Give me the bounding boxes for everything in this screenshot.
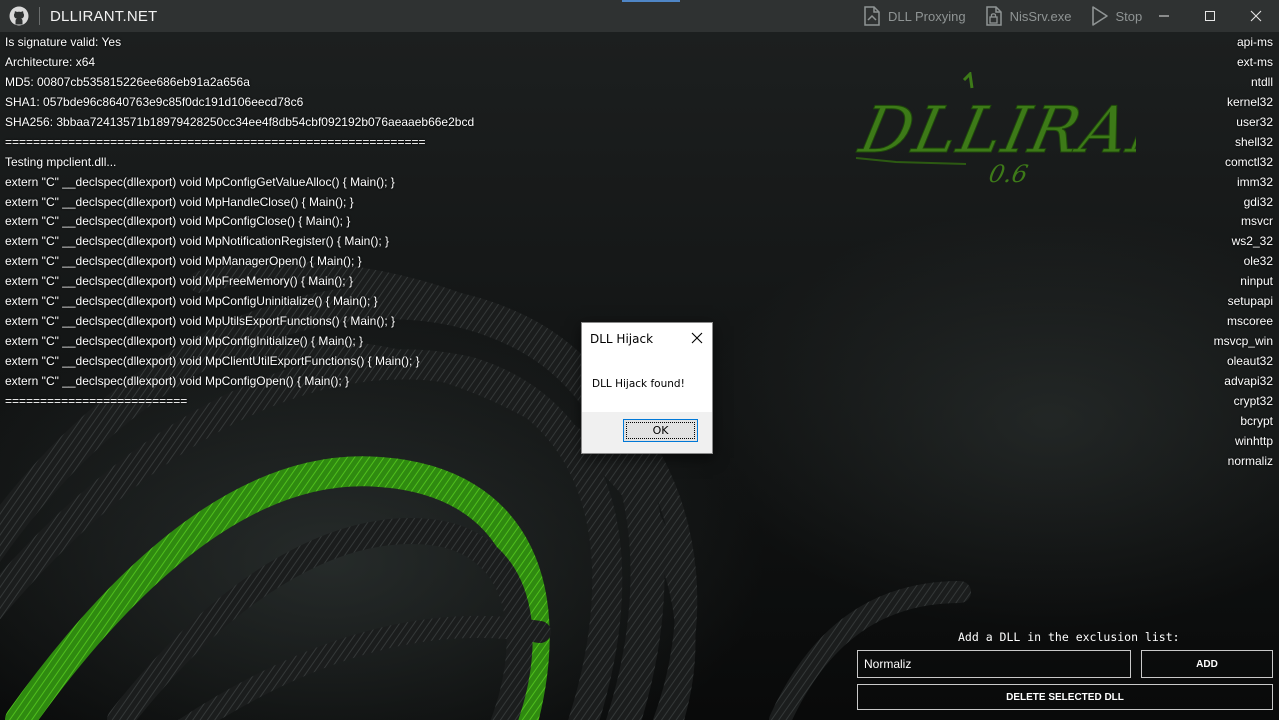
log-separator: ========================== (5, 393, 188, 408)
module-item[interactable]: msvcp_win (1214, 332, 1273, 352)
maximize-button[interactable] (1187, 0, 1233, 32)
delete-selected-dll-button[interactable]: DELETE SELECTED DLL (857, 684, 1273, 710)
log-line: SHA256: 3bbaa72413571b18979428250cc34ee4… (5, 114, 475, 129)
log-line: extern "C" __declspec(dllexport) void Mp… (5, 214, 351, 229)
log-line: Architecture: x64 (5, 54, 96, 69)
dialog-footer: OK (582, 412, 712, 453)
module-item[interactable]: shell32 (1214, 133, 1273, 153)
log-output: Is signature valid: Yes Architecture: x6… (5, 33, 474, 412)
log-line: MD5: 00807cb535815226ee686eb91a2a656a (5, 74, 250, 89)
module-item[interactable]: ext-ms (1214, 53, 1273, 73)
close-window-button[interactable] (1233, 0, 1279, 32)
log-line: extern "C" __declspec(dllexport) void Mp… (5, 254, 362, 269)
maximize-icon (1205, 11, 1215, 21)
dll-proxying-button[interactable]: DLL Proxying (862, 5, 966, 27)
module-item[interactable]: comctl32 (1214, 153, 1273, 173)
exclusion-dll-input[interactable] (857, 650, 1131, 678)
title-bar: DLLIRANT.NET DLL Proxying NisSrv.exe Sto… (0, 0, 1279, 32)
module-item[interactable]: mscoree (1214, 312, 1273, 332)
svg-text:DLLIRANT: DLLIRANT (853, 94, 1136, 168)
module-item[interactable]: oleaut32 (1214, 352, 1273, 372)
module-item[interactable]: kernel32 (1214, 93, 1273, 113)
file-lock-icon (985, 6, 1002, 26)
module-item[interactable]: imm32 (1214, 173, 1273, 193)
svg-text:0.6: 0.6 (986, 159, 1030, 188)
module-item[interactable]: bcrypt (1214, 412, 1273, 432)
log-line: extern "C" __declspec(dllexport) void Mp… (5, 234, 390, 249)
log-line: extern "C" __declspec(dllexport) void Mp… (5, 314, 395, 329)
file-proxy-icon (864, 6, 880, 26)
dll-proxying-label: DLL Proxying (888, 8, 966, 24)
log-line: extern "C" __declspec(dllexport) void Mp… (5, 373, 350, 388)
dll-hijack-dialog: DLL Hijack DLL Hijack found! OK (581, 322, 713, 454)
title-accent (622, 0, 680, 2)
title-separator (39, 7, 40, 25)
module-item[interactable]: normaliz (1214, 452, 1273, 472)
module-item[interactable]: gdi32 (1214, 193, 1273, 213)
module-item[interactable]: ws2_32 (1214, 232, 1273, 252)
log-line: Testing mpclient.dll... (5, 154, 117, 169)
module-item[interactable]: user32 (1214, 113, 1273, 133)
minimize-button[interactable] (1141, 0, 1187, 32)
github-icon[interactable] (9, 6, 29, 26)
log-line: extern "C" __declspec(dllexport) void Mp… (5, 194, 354, 209)
window-controls (1141, 0, 1279, 32)
module-item[interactable]: ntdll (1214, 73, 1273, 93)
log-line: extern "C" __declspec(dllexport) void Mp… (5, 174, 395, 189)
stop-button[interactable]: Stop (1089, 5, 1142, 27)
module-item[interactable]: msvcr (1214, 212, 1273, 232)
log-line: extern "C" __declspec(dllexport) void Mp… (5, 294, 378, 309)
exclusion-label: Add a DLL in the exclusion list: (958, 630, 1180, 644)
log-line: extern "C" __declspec(dllexport) void Mp… (5, 334, 364, 349)
target-exe-button[interactable]: NisSrv.exe (984, 5, 1072, 27)
minimize-icon (1159, 15, 1169, 17)
log-line: SHA1: 057bde96c8640763e9c85f0dc191d106ee… (5, 94, 304, 109)
dialog-title: DLL Hijack (590, 332, 654, 346)
module-item[interactable]: crypt32 (1214, 392, 1273, 412)
log-separator: ========================================… (5, 134, 426, 149)
module-item[interactable]: api-ms (1214, 33, 1273, 53)
module-item[interactable]: setupapi (1214, 292, 1273, 312)
close-icon (1250, 10, 1262, 22)
toolbar: DLL Proxying NisSrv.exe Stop (862, 0, 1160, 32)
app-title: DLLIRANT.NET (50, 7, 158, 25)
stop-label: Stop (1115, 8, 1143, 24)
module-list: api-ms ext-ms ntdll kernel32 user32 shel… (1214, 33, 1273, 472)
log-line: Is signature valid: Yes (5, 35, 122, 49)
dialog-message: DLL Hijack found! (592, 378, 685, 390)
log-line: extern "C" __declspec(dllexport) void Mp… (5, 274, 353, 289)
log-line: extern "C" __declspec(dllexport) void Mp… (5, 354, 420, 368)
module-item[interactable]: winhttp (1214, 432, 1273, 452)
dialog-close-button[interactable] (688, 329, 706, 347)
module-item[interactable]: ninput (1214, 272, 1273, 292)
play-icon (1092, 6, 1109, 26)
target-exe-label: NisSrv.exe (1009, 8, 1072, 24)
dllirant-logo: DLLIRANT 0.6 (852, 72, 1136, 188)
ok-button[interactable]: OK (623, 419, 698, 442)
module-item[interactable]: advapi32 (1214, 372, 1273, 392)
close-icon (691, 332, 703, 344)
add-dll-button[interactable]: ADD (1141, 650, 1273, 678)
module-item[interactable]: ole32 (1214, 252, 1273, 272)
